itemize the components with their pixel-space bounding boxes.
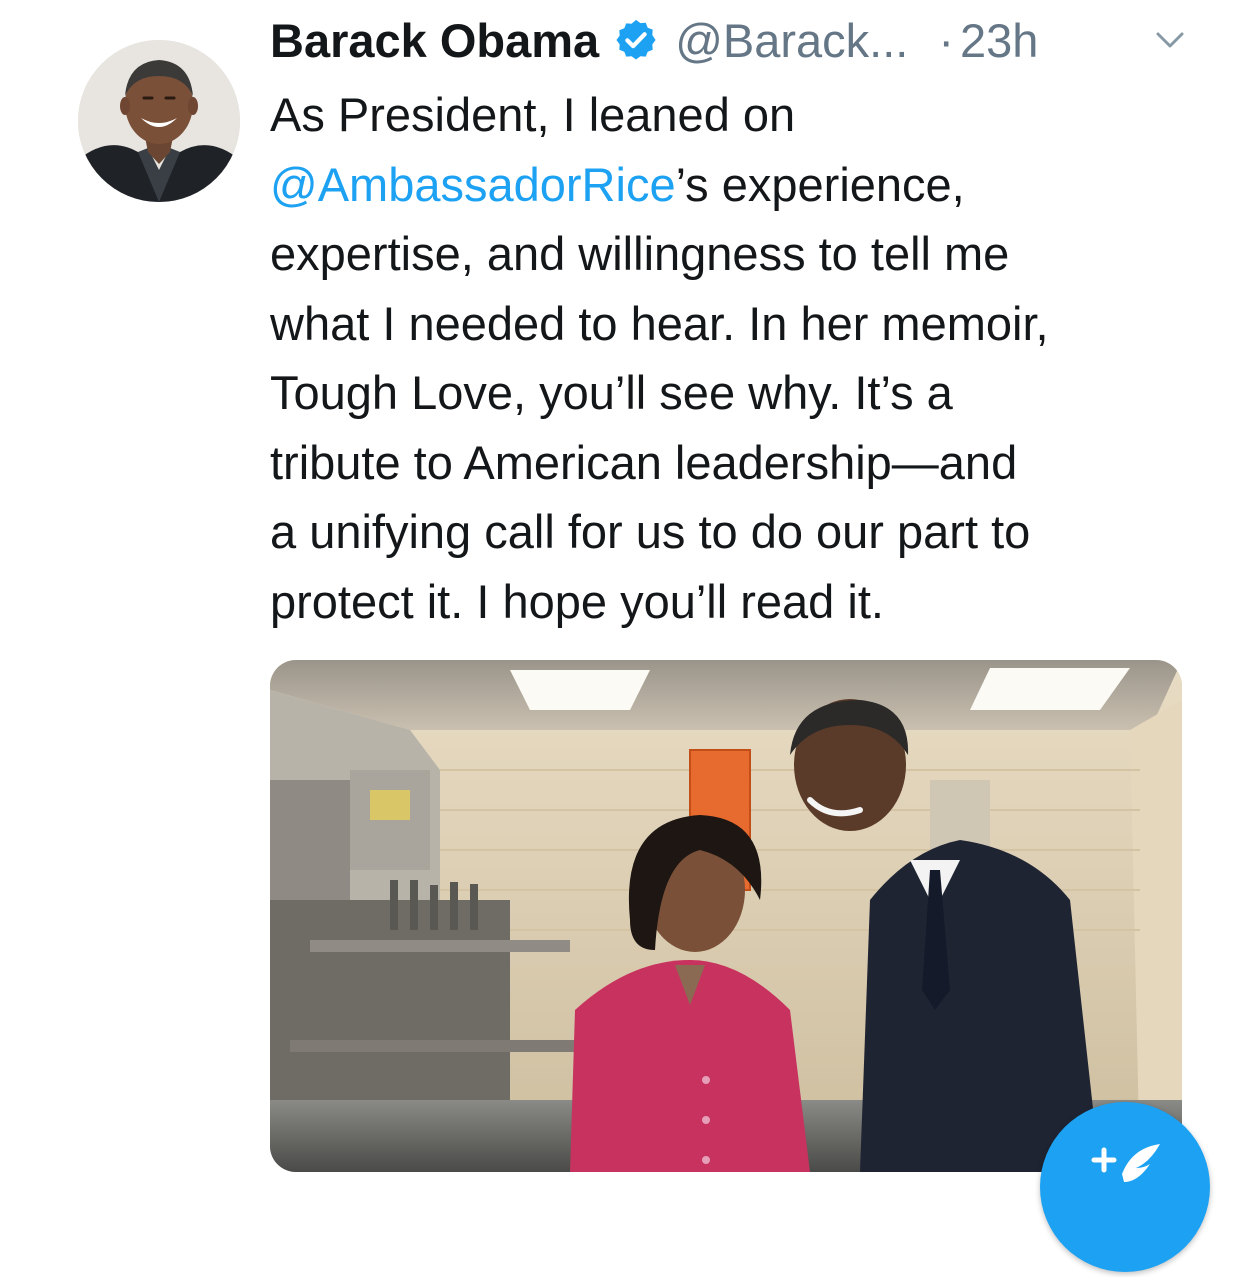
tweet-timestamp[interactable]: 23h (960, 13, 1038, 68)
tweet-text-segment: tribute to American leadership—and (270, 435, 1018, 489)
tweet-text-segment: a unifying call for us to do our part to (270, 505, 1031, 558)
tweet-header: Barack Obama @Barack... · 23h (270, 8, 1038, 72)
tweet-text-line: expertise, and willingness to tell me (270, 219, 1200, 289)
compose-tweet-button[interactable] (1040, 1102, 1210, 1272)
tweet-text-segment: Tough Love, you’ll see why. It’s a (270, 366, 953, 419)
tweet-photo[interactable] (270, 660, 1182, 1172)
tweet-text-segment: As President, I leaned on (270, 88, 796, 141)
tweet-text-segment: what I needed to hear. In her memoir, (270, 296, 1049, 350)
tweet-text-segment: protect it. I hope you’ll read it. (270, 574, 884, 628)
tweet-text: As President, I leaned on @AmbassadorRice… (270, 80, 1200, 636)
tweet-text-line: what I needed to hear. In her memoir, (270, 289, 1200, 359)
verified-badge-icon (616, 19, 656, 60)
tweet-text-segment: expertise, and willingness to tell me (270, 227, 1010, 280)
mention-link[interactable]: @AmbassadorRice (270, 158, 676, 211)
compose-tweet-icon (1091, 1144, 1160, 1182)
tweet-text-line: a unifying call for us to do our part to (270, 497, 1200, 567)
meta-separator: · (938, 13, 955, 67)
tweet-text-line: Tough Love, you’ll see why. It’s a (270, 358, 1200, 428)
tweet-text-line: tribute to American leadership—and (270, 428, 1200, 498)
tweet-text-line: @AmbassadorRice’s experience, (270, 150, 1200, 220)
author-avatar[interactable] (78, 40, 240, 202)
photo-image (270, 660, 1182, 1172)
author-name[interactable]: Barack Obama (270, 13, 599, 68)
tweet-text-segment: ’s experience, (675, 157, 965, 211)
tweet-text-line: As President, I leaned on (270, 80, 1200, 150)
chevron-down-icon[interactable] (1152, 22, 1188, 58)
tweet-text-line: protect it. I hope you’ll read it. (270, 567, 1200, 637)
author-handle[interactable]: @Barack... (675, 13, 908, 68)
avatar-photo (78, 40, 240, 202)
